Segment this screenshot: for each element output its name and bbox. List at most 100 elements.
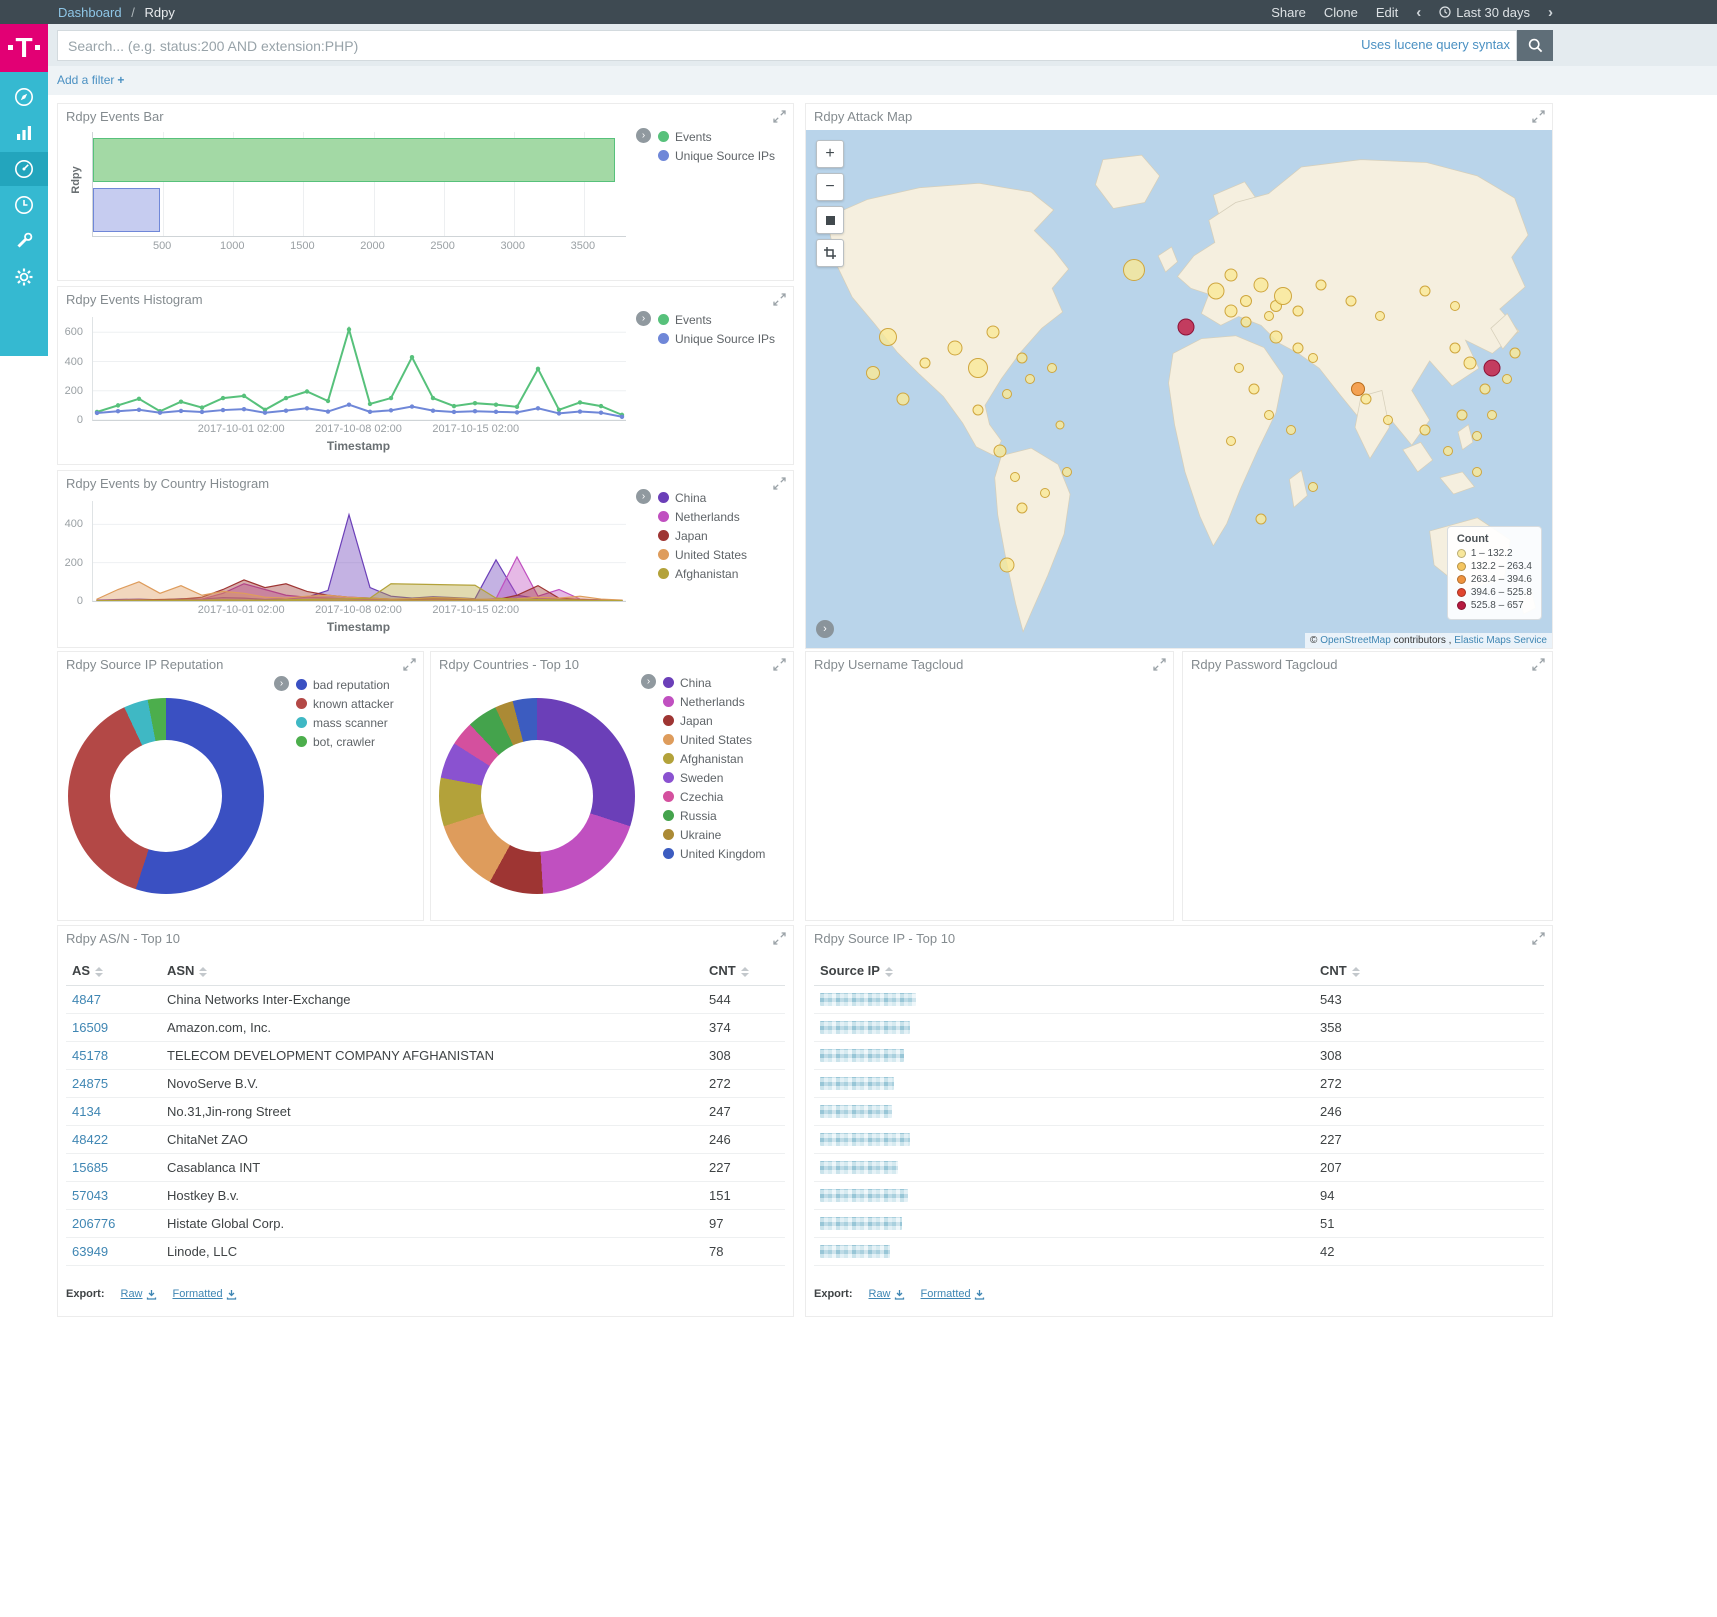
add-filter-button[interactable]: Add a filter+ bbox=[57, 73, 124, 87]
legend-item[interactable]: United States bbox=[663, 733, 788, 747]
legend-item[interactable]: United Kingdom bbox=[663, 847, 788, 861]
attack-map[interactable]: + − Count 1 – 132.2132.2 – 263.4263.4 – … bbox=[806, 130, 1552, 648]
expand-icon[interactable] bbox=[773, 293, 787, 307]
y-tick-label: 0 bbox=[77, 414, 83, 426]
logo-dot-right bbox=[35, 45, 40, 50]
map-marker bbox=[1308, 482, 1318, 492]
as-link[interactable]: 16509 bbox=[72, 1020, 108, 1035]
lucene-syntax-link[interactable]: Uses lucene query syntax bbox=[1361, 37, 1510, 52]
clone-button[interactable]: Clone bbox=[1324, 5, 1358, 20]
openstreetmap-link[interactable]: OpenStreetMap bbox=[1320, 635, 1391, 646]
reputation-donut[interactable] bbox=[68, 698, 264, 894]
column-header-asn[interactable]: ASN bbox=[161, 956, 703, 986]
countries-donut[interactable] bbox=[439, 698, 635, 894]
sidebar-item-management[interactable] bbox=[0, 260, 48, 294]
legend-item[interactable]: China bbox=[658, 491, 798, 505]
legend-label: Czechia bbox=[680, 790, 723, 804]
export-raw-link[interactable]: Raw bbox=[121, 1288, 157, 1300]
sidebar-item-dashboard[interactable] bbox=[0, 152, 48, 186]
as-link[interactable]: 63949 bbox=[72, 1244, 108, 1259]
y-tick-label: 400 bbox=[65, 518, 83, 530]
export-raw-link[interactable]: Raw bbox=[869, 1288, 905, 1300]
draw-filter-button[interactable] bbox=[816, 239, 844, 267]
search-input[interactable] bbox=[57, 30, 1517, 61]
as-link[interactable]: 57043 bbox=[72, 1188, 108, 1203]
legend-toggle-icon[interactable]: › bbox=[636, 489, 651, 504]
legend-item[interactable]: Netherlands bbox=[663, 695, 788, 709]
sidebar-item-visualize[interactable] bbox=[0, 116, 48, 150]
column-header-as[interactable]: AS bbox=[66, 956, 161, 986]
expand-icon[interactable] bbox=[1532, 110, 1546, 124]
legend-item[interactable]: Events bbox=[658, 130, 798, 144]
column-header-cnt[interactable]: CNT bbox=[703, 956, 785, 986]
expand-icon[interactable] bbox=[773, 658, 787, 672]
legend-item[interactable]: Unique Source IPs bbox=[658, 332, 798, 346]
legend-item[interactable]: bad reputation bbox=[296, 678, 421, 692]
legend-item[interactable]: mass scanner bbox=[296, 716, 421, 730]
legend-toggle-icon[interactable]: › bbox=[274, 676, 289, 691]
legend-swatch bbox=[658, 511, 669, 522]
as-link[interactable]: 15685 bbox=[72, 1160, 108, 1175]
legend-item[interactable]: China bbox=[663, 676, 788, 690]
as-link[interactable]: 4134 bbox=[72, 1104, 101, 1119]
legend-toggle-icon[interactable]: › bbox=[636, 311, 651, 326]
legend-item[interactable]: Sweden bbox=[663, 771, 788, 785]
share-button[interactable]: Share bbox=[1271, 5, 1306, 20]
legend-item[interactable]: Afghanistan bbox=[663, 752, 788, 766]
search-button[interactable] bbox=[1517, 30, 1553, 61]
expand-icon[interactable] bbox=[403, 658, 417, 672]
as-link[interactable]: 48422 bbox=[72, 1132, 108, 1147]
zoom-in-button[interactable]: + bbox=[816, 140, 844, 168]
expand-icon[interactable] bbox=[1153, 658, 1167, 672]
sidebar-item-dev-tools[interactable] bbox=[0, 224, 48, 258]
expand-icon[interactable] bbox=[773, 477, 787, 491]
expand-icon[interactable] bbox=[1532, 932, 1546, 946]
telekom-logo[interactable]: T bbox=[0, 24, 48, 72]
time-picker-button[interactable]: Last 30 days bbox=[1439, 5, 1530, 20]
attribution-toggle-icon[interactable]: › bbox=[816, 620, 834, 638]
legend-item[interactable]: Netherlands bbox=[658, 510, 798, 524]
column-header-source-ip[interactable]: Source IP bbox=[814, 956, 1314, 986]
time-forward-button[interactable]: › bbox=[1548, 4, 1553, 21]
legend-toggle-icon[interactable]: › bbox=[641, 674, 656, 689]
bar-unique-source-ips[interactable] bbox=[93, 188, 160, 232]
legend-item[interactable]: Events bbox=[658, 313, 798, 327]
legend-item[interactable]: Czechia bbox=[663, 790, 788, 804]
legend-item[interactable]: Ukraine bbox=[663, 828, 788, 842]
as-link[interactable]: 24875 bbox=[72, 1076, 108, 1091]
elastic-maps-service-link[interactable]: Elastic Maps Service bbox=[1454, 635, 1547, 646]
expand-icon[interactable] bbox=[1532, 658, 1546, 672]
time-back-button[interactable]: ‹ bbox=[1416, 4, 1421, 21]
expand-icon[interactable] bbox=[773, 932, 787, 946]
bar-events[interactable] bbox=[93, 138, 615, 182]
legend-item[interactable]: Afghanistan bbox=[658, 567, 798, 581]
edit-button[interactable]: Edit bbox=[1376, 5, 1398, 20]
legend-toggle-icon[interactable]: › bbox=[636, 128, 651, 143]
table-row: 4134No.31,Jin-rong Street247 bbox=[66, 1098, 785, 1126]
export-formatted-link[interactable]: Formatted bbox=[921, 1288, 985, 1300]
legend-item[interactable]: bot, crawler bbox=[296, 735, 421, 749]
breadcrumb-dashboard-link[interactable]: Dashboard bbox=[58, 5, 122, 20]
as-link[interactable]: 206776 bbox=[72, 1216, 115, 1231]
legend-label: known attacker bbox=[313, 697, 394, 711]
column-header-cnt[interactable]: CNT bbox=[1314, 956, 1544, 986]
legend-item[interactable]: Japan bbox=[663, 714, 788, 728]
table-row: 94 bbox=[814, 1182, 1544, 1210]
zoom-out-button[interactable]: − bbox=[816, 173, 844, 201]
as-link[interactable]: 4847 bbox=[72, 992, 101, 1007]
export-formatted-link[interactable]: Formatted bbox=[173, 1288, 237, 1300]
cnt-value: 272 bbox=[703, 1070, 785, 1098]
map-marker bbox=[1345, 295, 1356, 306]
masked-source-ip bbox=[820, 1049, 904, 1062]
legend-item[interactable]: known attacker bbox=[296, 697, 421, 711]
as-link[interactable]: 45178 bbox=[72, 1048, 108, 1063]
fit-bounds-button[interactable] bbox=[816, 206, 844, 234]
legend-item[interactable]: United States bbox=[658, 548, 798, 562]
legend-item[interactable]: Japan bbox=[658, 529, 798, 543]
legend-item[interactable]: Russia bbox=[663, 809, 788, 823]
sidebar-item-timelion[interactable] bbox=[0, 188, 48, 222]
legend-item[interactable]: Unique Source IPs bbox=[658, 149, 798, 163]
x-tick-label: 2017-10-08 02:00 bbox=[315, 604, 402, 616]
sidebar-item-discover[interactable] bbox=[0, 80, 48, 114]
expand-icon[interactable] bbox=[773, 110, 787, 124]
